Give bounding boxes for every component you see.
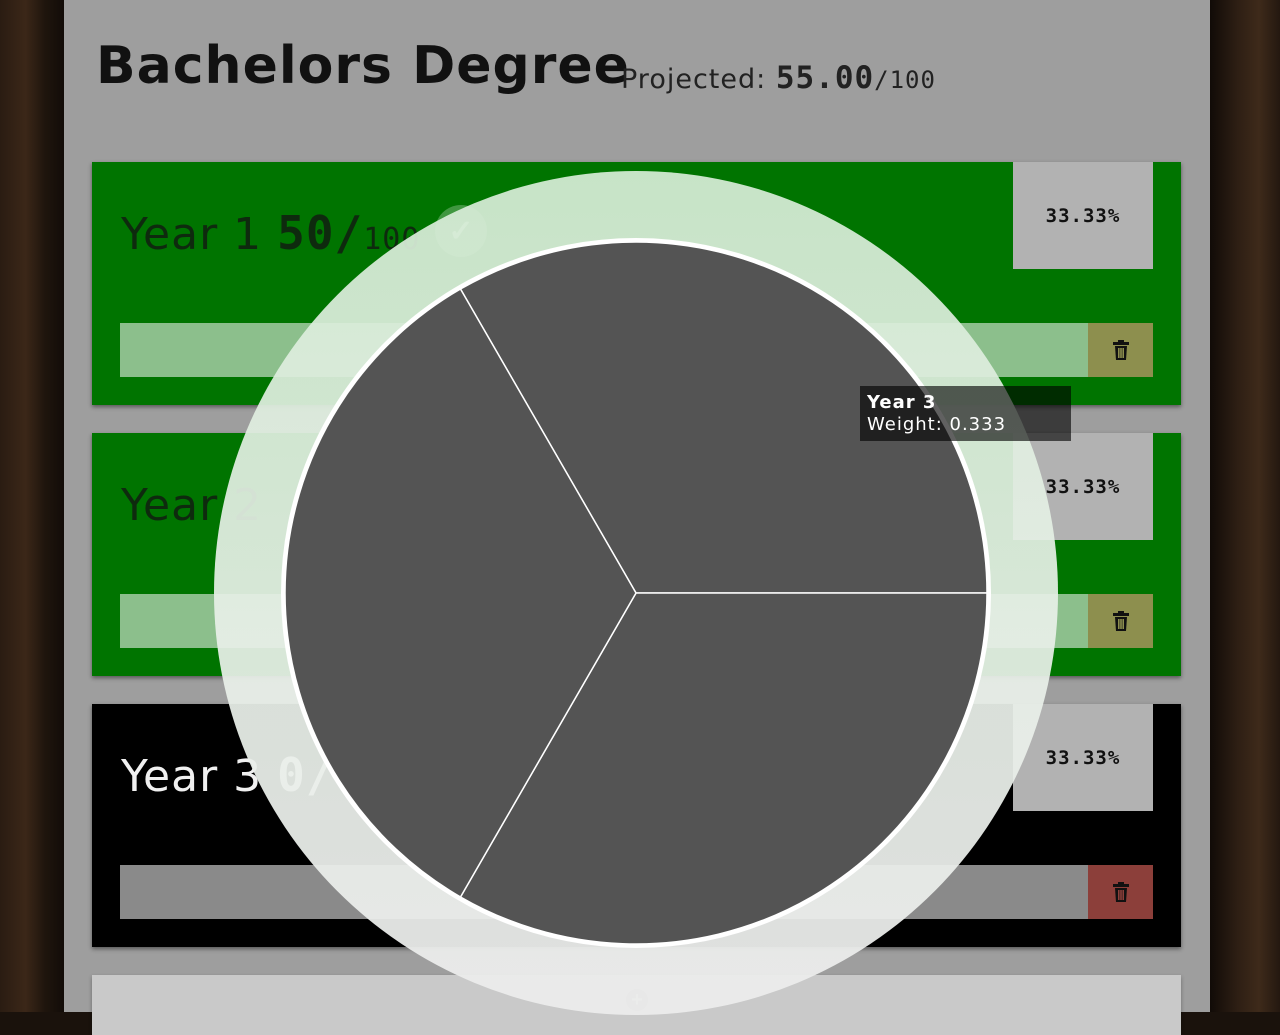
delete-button[interactable] [1088,865,1153,919]
delete-button[interactable] [1088,594,1153,648]
delete-button[interactable] [1088,323,1153,377]
tooltip-name: Year 3 [867,392,937,413]
weight-pie-chart[interactable] [214,171,1059,1016]
background-left [0,0,64,1012]
pie-tooltip: Year 3 Weight: 0.333 [860,386,1071,441]
projected-value: 55.00 [775,60,875,96]
background-right [1210,0,1280,1012]
projected-max: /100 [874,66,936,94]
page-title: Bachelors Degree [96,36,630,96]
tooltip-weight: Weight: 0.333 [867,414,1007,435]
trash-icon [1112,340,1129,360]
projected-label: Projected: [621,64,767,95]
trash-icon [1112,611,1129,631]
projected-score: Projected: 55.00/100 [621,60,936,96]
trash-icon [1112,882,1129,902]
